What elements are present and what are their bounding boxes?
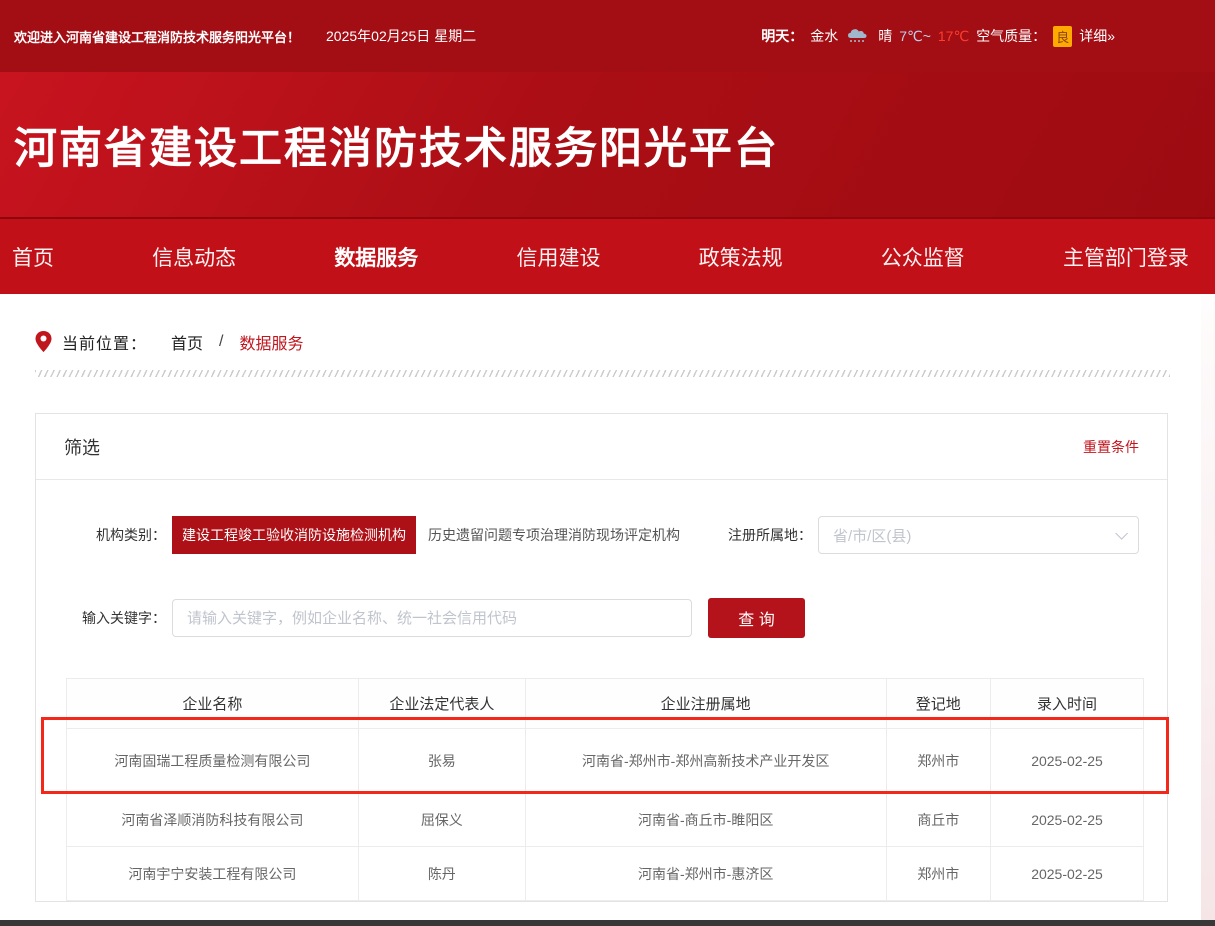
welcome-text: 欢迎进入河南省建设工程消防技术服务阳光平台！ <box>14 27 300 46</box>
region-select-placeholder: 省/市/区(县) <box>833 525 911 546</box>
cell-registration-place: 商丘市 <box>886 793 990 847</box>
slash-divider <box>35 370 1170 377</box>
region-label: 注册所属地： <box>728 525 812 545</box>
topbar: 欢迎进入河南省建设工程消防技术服务阳光平台！ 2025年02月25日 星期二 明… <box>0 0 1215 72</box>
weather-temp-high: 17℃ <box>938 28 969 45</box>
region-select[interactable]: 省/市/区(县) <box>818 516 1139 554</box>
breadcrumb-home-link[interactable]: 首页 <box>171 330 203 354</box>
cell-company-name: 河南宇宁安装工程有限公司 <box>67 847 359 901</box>
air-quality-label: 空气质量： <box>976 26 1046 46</box>
cell-registration-place: 郑州市 <box>886 847 990 901</box>
breadcrumb: 当前位置： 首页 / 数据服务 <box>35 330 1215 354</box>
breadcrumb-current-link[interactable]: 数据服务 <box>239 330 303 354</box>
table-header-row: 企业名称 企业法定代表人 企业注册属地 登记地 录入时间 <box>67 679 1144 729</box>
breadcrumb-label: 当前位置： <box>62 330 147 354</box>
nav-item-home[interactable]: 首页 <box>12 242 54 272</box>
nav-item-credit[interactable]: 信用建设 <box>516 242 600 272</box>
site-banner: 河南省建设工程消防技术服务阳光平台 <box>0 72 1215 217</box>
weather-detail-link[interactable]: 详细» <box>1079 26 1115 46</box>
cell-legal-rep: 张易 <box>358 729 525 793</box>
table-row[interactable]: 河南宇宁安装工程有限公司 陈丹 河南省-郑州市-惠济区 郑州市 2025-02-… <box>67 847 1144 901</box>
bottom-dark-strip <box>0 920 1215 926</box>
cell-entry-date: 2025-02-25 <box>991 729 1144 793</box>
air-quality-badge: 良 <box>1053 26 1072 47</box>
site-title: 河南省建设工程消防技术服务阳光平台 <box>0 114 779 176</box>
keyword-filter-row: 输入关键字： 查 询 <box>64 598 1139 638</box>
company-table: 企业名称 企业法定代表人 企业注册属地 登记地 录入时间 河南固瑞工程质量检测有… <box>66 678 1144 901</box>
category-label: 机构类别： <box>64 525 166 545</box>
weather-temp-low: 7℃~ <box>899 28 931 45</box>
reset-filters-link[interactable]: 重置条件 <box>1083 437 1139 457</box>
cell-legal-rep: 屈保义 <box>358 793 525 847</box>
col-header-entry-date: 录入时间 <box>991 679 1144 729</box>
nav-item-policy[interactable]: 政策法规 <box>699 242 783 272</box>
cell-legal-rep: 陈丹 <box>358 847 525 901</box>
table-row[interactable]: 河南固瑞工程质量检测有限公司 张易 河南省-郑州市-郑州高新技术产业开发区 郑州… <box>67 729 1144 793</box>
nav-item-news[interactable]: 信息动态 <box>152 242 236 272</box>
category-tab-legacy-assessment-agency[interactable]: 历史遗留问题专项治理消防现场评定机构 <box>418 516 690 554</box>
filter-panel: 筛选 重置条件 机构类别： 建设工程竣工验收消防设施检测机构 历史遗留问题专项治… <box>35 413 1168 902</box>
category-tab-detection-agency[interactable]: 建设工程竣工验收消防设施检测机构 <box>172 516 416 554</box>
col-header-legal-rep: 企业法定代表人 <box>358 679 525 729</box>
nav-item-supervision[interactable]: 公众监督 <box>881 242 965 272</box>
filter-panel-body: 机构类别： 建设工程竣工验收消防设施检测机构 历史遗留问题专项治理消防现场评定机… <box>36 480 1167 901</box>
company-table-wrap: 企业名称 企业法定代表人 企业注册属地 登记地 录入时间 河南固瑞工程质量检测有… <box>66 678 1139 901</box>
keyword-input[interactable] <box>172 599 692 637</box>
col-header-company-name: 企业名称 <box>67 679 359 729</box>
cell-registration-place: 郑州市 <box>886 729 990 793</box>
keyword-label: 输入关键字： <box>64 608 166 628</box>
weather-condition: 晴 <box>878 26 892 46</box>
search-button[interactable]: 查 询 <box>708 598 805 638</box>
filter-title: 筛选 <box>64 434 100 460</box>
rain-cloud-icon <box>845 26 871 46</box>
date-text: 2025年02月25日 星期二 <box>326 26 476 46</box>
table-row[interactable]: 河南省泽顺消防科技有限公司 屈保义 河南省-商丘市-睢阳区 商丘市 2025-0… <box>67 793 1144 847</box>
main-nav: 首页 信息动态 数据服务 信用建设 政策法规 公众监督 主管部门登录 <box>0 217 1215 294</box>
cell-registered-region: 河南省-郑州市-惠济区 <box>525 847 886 901</box>
weather-city: 金水 <box>810 26 838 46</box>
breadcrumb-separator: / <box>219 333 223 351</box>
filter-panel-header: 筛选 重置条件 <box>36 414 1167 480</box>
cell-entry-date: 2025-02-25 <box>991 793 1144 847</box>
nav-item-admin-login[interactable]: 主管部门登录 <box>1063 242 1189 272</box>
nav-item-data-service[interactable]: 数据服务 <box>334 242 418 272</box>
col-header-registered-region: 企业注册属地 <box>525 679 886 729</box>
company-table-body: 河南固瑞工程质量检测有限公司 张易 河南省-郑州市-郑州高新技术产业开发区 郑州… <box>67 729 1144 901</box>
cell-registered-region: 河南省-郑州市-郑州高新技术产业开发区 <box>525 729 886 793</box>
cell-company-name: 河南固瑞工程质量检测有限公司 <box>67 729 359 793</box>
category-filter-row: 机构类别： 建设工程竣工验收消防设施检测机构 历史遗留问题专项治理消防现场评定机… <box>64 516 1139 554</box>
chevron-down-icon <box>1115 527 1128 540</box>
cell-company-name: 河南省泽顺消防科技有限公司 <box>67 793 359 847</box>
weather-label: 明天： <box>761 26 803 46</box>
right-edge-gradient <box>1201 296 1215 920</box>
cell-registered-region: 河南省-商丘市-睢阳区 <box>525 793 886 847</box>
cell-entry-date: 2025-02-25 <box>991 847 1144 901</box>
location-pin-icon <box>35 331 52 353</box>
col-header-registration-place: 登记地 <box>886 679 990 729</box>
weather-widget: 明天： 金水 晴 7℃~ 17℃ 空气质量： 良 详细» <box>761 26 1115 47</box>
